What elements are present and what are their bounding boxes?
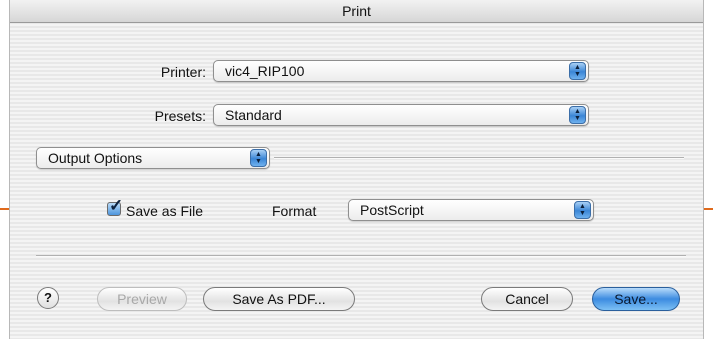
- popup-arrows-icon: ▲ ▼: [574, 201, 591, 219]
- presets-label: Presets:: [154, 108, 206, 124]
- button-divider: [36, 255, 686, 257]
- cancel-button[interactable]: Cancel: [481, 287, 573, 311]
- print-dialog: Print Printer: vic4_RIP100 ▲ ▼ Presets: S…: [9, 0, 704, 339]
- popup-arrows-icon: ▲ ▼: [569, 106, 586, 124]
- presets-value: Standard: [225, 107, 282, 123]
- save-button[interactable]: Save...: [592, 287, 680, 311]
- presets-popup[interactable]: Standard ▲ ▼: [213, 104, 589, 126]
- panel-selector-popup[interactable]: Output Options ▲ ▼: [36, 147, 270, 169]
- preview-button[interactable]: Preview: [97, 287, 187, 311]
- printer-label: Printer:: [160, 64, 206, 80]
- format-popup[interactable]: PostScript ▲ ▼: [348, 199, 594, 221]
- save-as-pdf-button[interactable]: Save As PDF...: [203, 287, 355, 311]
- help-button[interactable]: ?: [37, 287, 59, 309]
- save-as-file-checkbox[interactable]: ✓: [107, 197, 123, 216]
- format-value: PostScript: [360, 202, 424, 218]
- popup-arrows-icon: ▲ ▼: [250, 149, 267, 167]
- window-title: Print: [10, 0, 703, 23]
- panel-selector-value: Output Options: [48, 150, 143, 166]
- popup-arrows-icon: ▲ ▼: [569, 62, 586, 80]
- format-label: Format: [272, 203, 317, 219]
- save-as-file-label[interactable]: Save as File: [126, 203, 203, 219]
- printer-popup[interactable]: vic4_RIP100 ▲ ▼: [213, 60, 589, 82]
- panel-divider: [274, 157, 684, 159]
- checkmark-icon: ✓: [109, 196, 124, 215]
- printer-value: vic4_RIP100: [225, 63, 305, 79]
